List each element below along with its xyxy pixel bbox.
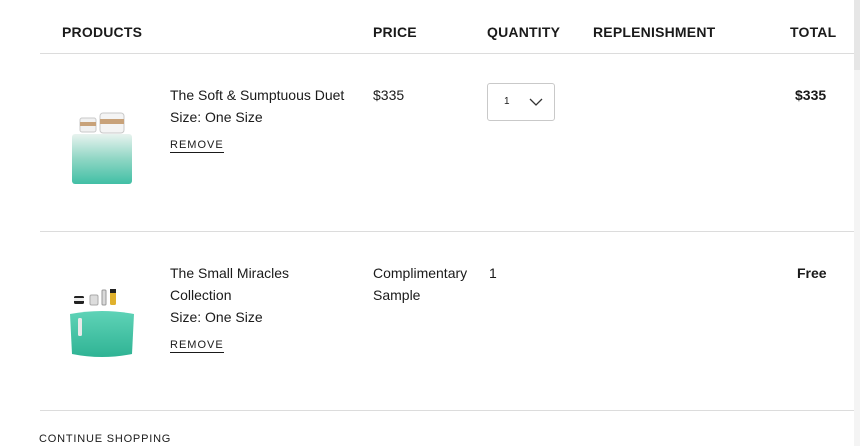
product-price: $335 — [373, 87, 405, 103]
product-price-line2: Sample — [373, 287, 421, 303]
quantity-value: 1 — [489, 265, 497, 281]
quantity-value: 1 — [504, 96, 510, 107]
product-name[interactable]: The Soft & Sumptuous Duet — [170, 84, 344, 106]
quantity-select[interactable]: 1 — [487, 83, 555, 121]
product-name-line1[interactable]: The Small Miracles — [170, 262, 289, 284]
scrollbar[interactable] — [854, 0, 860, 446]
product-size: Size: One Size — [170, 309, 263, 325]
column-header-total: TOTAL — [790, 24, 837, 40]
remove-button[interactable]: REMOVE — [170, 339, 224, 353]
cart-page: PRODUCTS PRICE QUANTITY REPLENISHMENT TO… — [0, 0, 860, 446]
product-price-line1: Complimentary — [373, 265, 468, 281]
column-header-price: PRICE — [373, 24, 417, 40]
product-image-soft-sumptuous-duet[interactable] — [66, 108, 138, 193]
continue-shopping-link[interactable]: CONTINUE SHOPPING — [39, 433, 171, 445]
scrollbar-thumb[interactable] — [854, 0, 860, 70]
column-header-replenishment: REPLENISHMENT — [593, 24, 716, 40]
product-size: Size: One Size — [170, 109, 263, 125]
header-divider — [40, 53, 854, 54]
item-divider — [40, 231, 854, 232]
remove-button[interactable]: REMOVE — [170, 139, 224, 153]
product-name-line2[interactable]: Collection — [170, 284, 231, 306]
product-image-small-miracles-collection[interactable] — [64, 286, 140, 367]
line-total: $335 — [795, 87, 827, 103]
line-total: Free — [797, 265, 827, 281]
items-bottom-divider — [40, 410, 854, 411]
column-header-products: PRODUCTS — [62, 24, 143, 40]
chevron-down-icon — [529, 98, 543, 106]
column-header-quantity: QUANTITY — [487, 24, 561, 40]
